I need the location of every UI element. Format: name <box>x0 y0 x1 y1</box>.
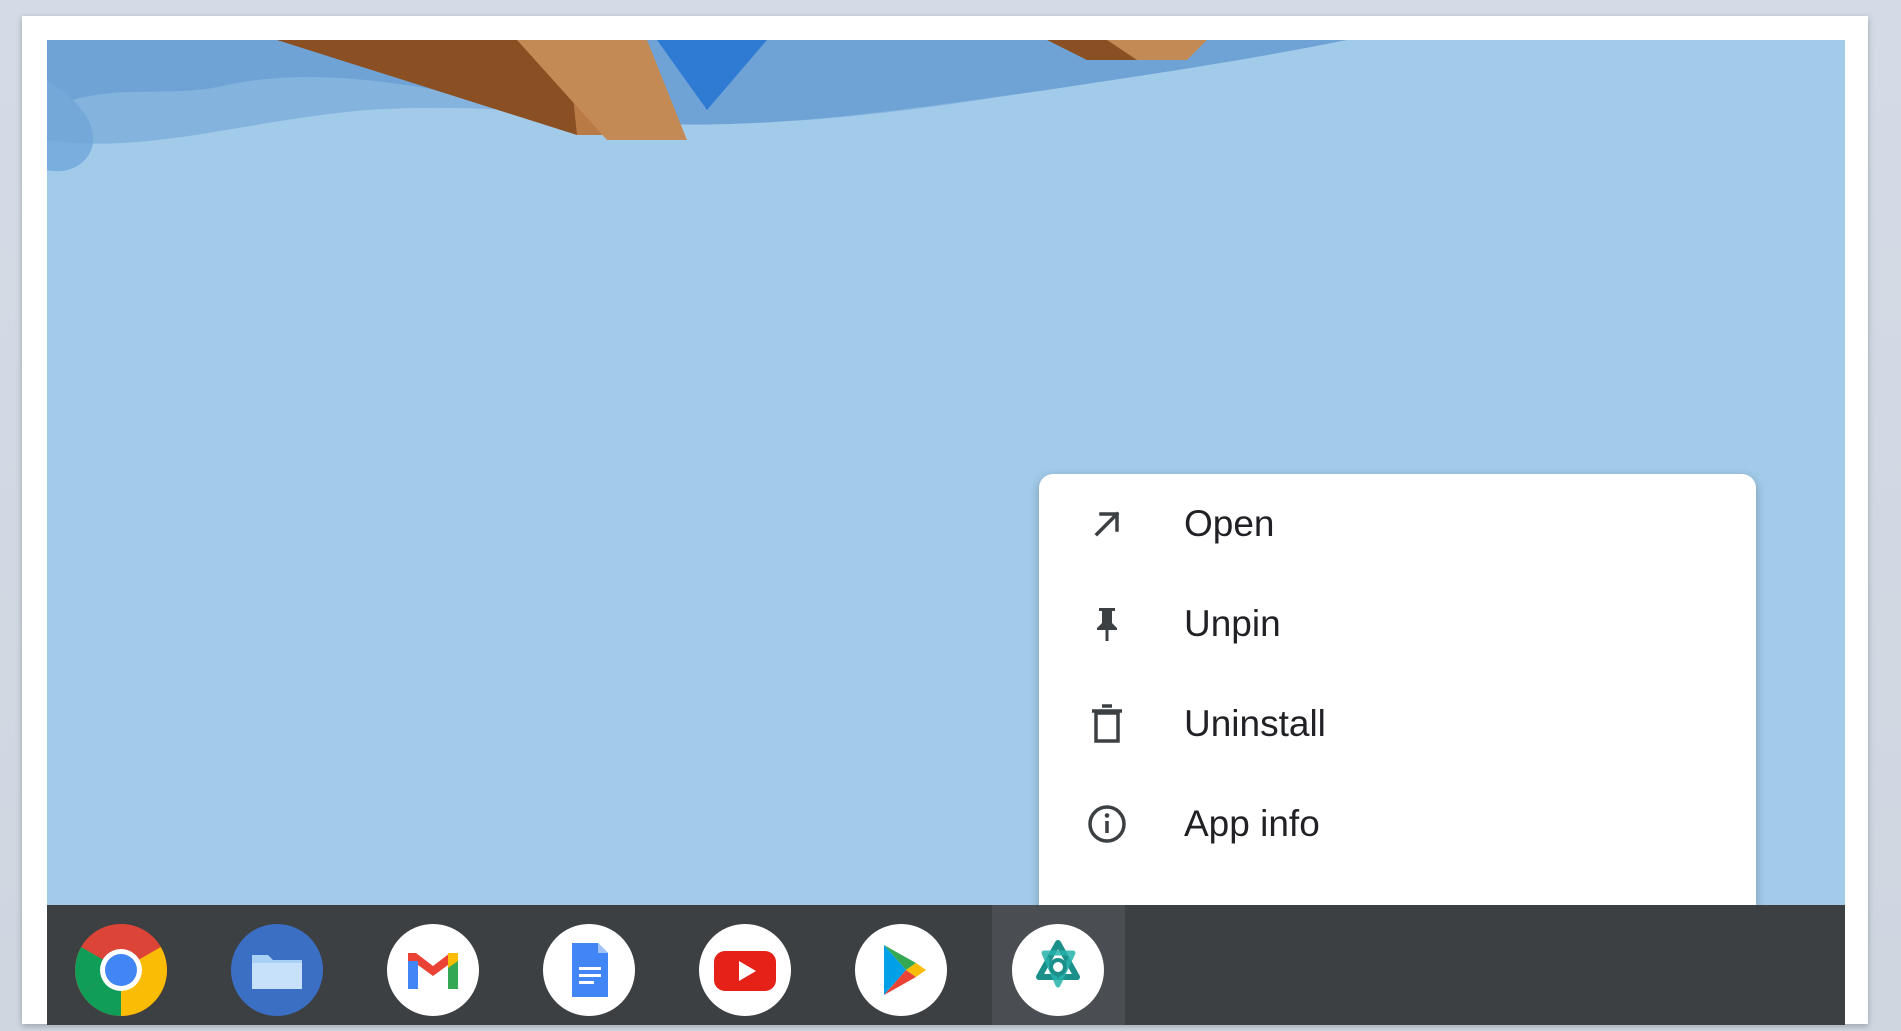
app-context-menu: Open Unpin Uninstall App info <box>1039 474 1756 920</box>
menu-item-label: Uninstall <box>1184 703 1326 744</box>
chromeos-desktop: Open Unpin Uninstall App info <box>47 40 1845 1025</box>
menu-item-label: Open <box>1184 503 1275 544</box>
shelf-app-selected[interactable] <box>1011 923 1105 1017</box>
menu-item-unpin[interactable]: Unpin <box>1039 574 1756 674</box>
shelf-app-gmail[interactable] <box>386 923 480 1017</box>
shelf-app-files[interactable] <box>230 923 324 1017</box>
trash-icon <box>1092 704 1122 743</box>
menu-item-label: Unpin <box>1184 603 1281 644</box>
knot-app-icon <box>1012 924 1104 1016</box>
shelf-app-chrome[interactable] <box>74 923 168 1017</box>
menu-item-uninstall[interactable]: Uninstall <box>1039 674 1756 774</box>
info-icon <box>1088 805 1126 843</box>
docs-icon <box>543 924 635 1016</box>
play-store-icon <box>855 924 947 1016</box>
menu-item-open[interactable]: Open <box>1039 474 1756 574</box>
shelf-app-play-store[interactable] <box>854 923 948 1017</box>
menu-item-label: App info <box>1184 803 1320 844</box>
shelf <box>47 905 1845 1025</box>
shelf-app-docs[interactable] <box>542 923 636 1017</box>
menu-item-app-info[interactable]: App info <box>1039 774 1756 874</box>
wallpaper <box>47 40 1347 172</box>
open-arrow-icon <box>1094 511 1120 537</box>
files-icon <box>231 924 323 1016</box>
youtube-icon <box>699 924 791 1016</box>
gmail-icon <box>387 924 479 1016</box>
chrome-icon <box>75 924 167 1016</box>
shelf-app-youtube[interactable] <box>698 923 792 1017</box>
pin-icon <box>1097 608 1117 641</box>
